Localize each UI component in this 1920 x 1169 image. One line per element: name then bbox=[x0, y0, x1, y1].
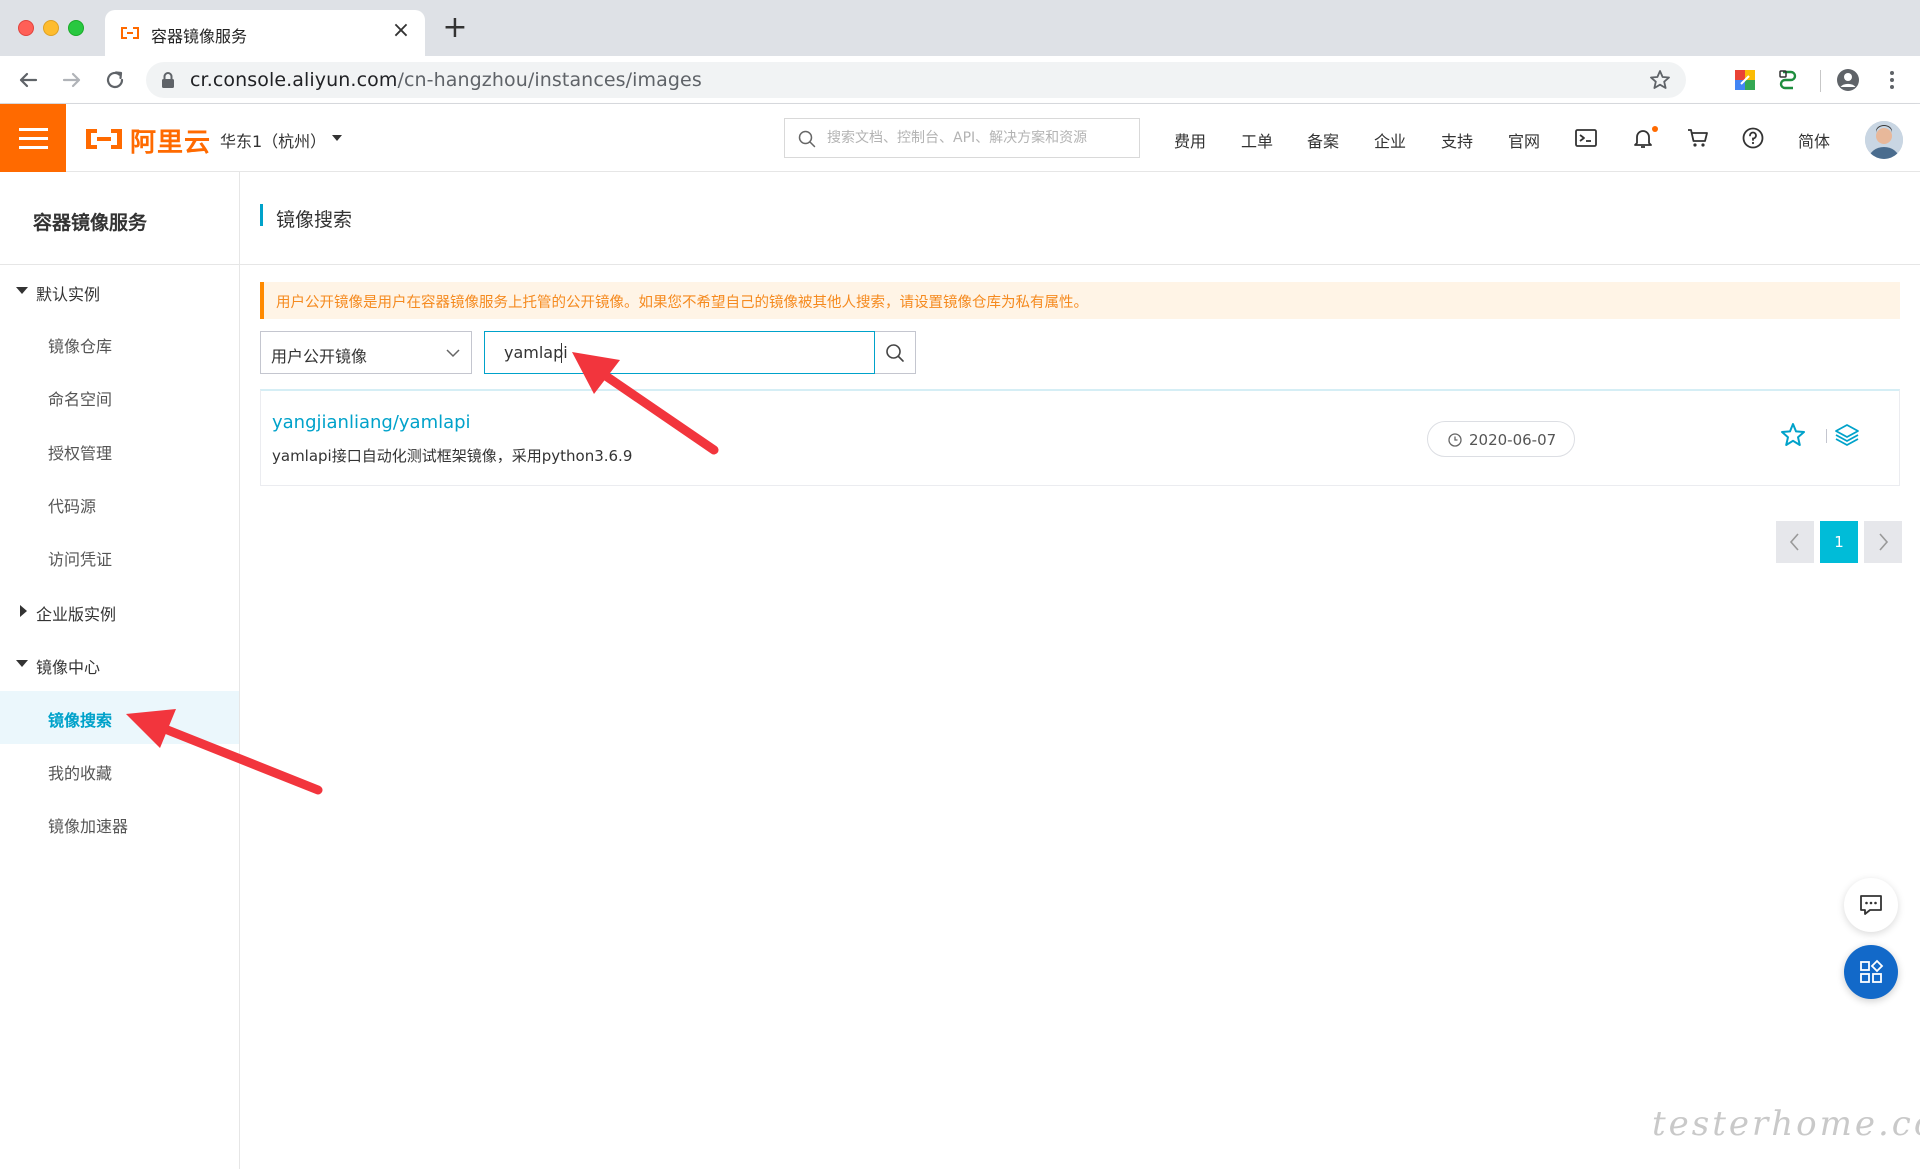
global-search-input[interactable] bbox=[827, 119, 1127, 157]
text-caret bbox=[561, 343, 562, 363]
chat-float-button[interactable] bbox=[1844, 878, 1898, 932]
result-date-badge: 2020-06-07 bbox=[1427, 421, 1575, 457]
layers-icon[interactable] bbox=[1833, 421, 1861, 449]
sidebar-item-image-search[interactable]: 镜像搜索 bbox=[0, 691, 239, 744]
reload-icon[interactable] bbox=[101, 66, 129, 94]
forward-arrow-icon[interactable] bbox=[58, 66, 86, 94]
browser-tab-title: 容器镜像服务 bbox=[151, 27, 248, 46]
image-type-select-value: 用户公开镜像 bbox=[271, 347, 368, 366]
sidebar-group-default-instance[interactable]: 默认实例 bbox=[36, 281, 100, 305]
topnav-official-site[interactable]: 官网 bbox=[1508, 128, 1540, 152]
notice-banner: 用户公开镜像是用户在容器镜像服务上托管的公开镜像。如果您不希望自己的镜像被其他人… bbox=[260, 282, 1900, 319]
extension-green-icon[interactable] bbox=[1776, 68, 1800, 92]
sidebar-group-enterprise-instance[interactable]: 企业版实例 bbox=[36, 601, 116, 625]
apps-icon bbox=[1860, 959, 1884, 983]
result-description: yamlapi接口自动化测试框架镜像，采用python3.6.9 bbox=[272, 447, 633, 465]
url-text: cr.console.aliyun.com/cn-hangzhou/instan… bbox=[190, 69, 702, 91]
caret-down-icon[interactable] bbox=[16, 287, 28, 294]
cart-icon[interactable] bbox=[1686, 126, 1710, 150]
image-type-select[interactable]: 用户公开镜像 bbox=[260, 331, 472, 374]
topnav-billing[interactable]: 费用 bbox=[1174, 128, 1206, 152]
language-switch[interactable]: 简体 bbox=[1798, 128, 1830, 152]
sidebar-item-my-favorites[interactable]: 我的收藏 bbox=[0, 744, 239, 797]
main-area: 镜像搜索 用户公开镜像是用户在容器镜像服务上托管的公开镜像。如果您不希望自己的镜… bbox=[240, 172, 1920, 1169]
sidebar-item-access-credentials[interactable]: 访问凭证 bbox=[0, 530, 239, 583]
lock-icon bbox=[162, 72, 174, 88]
result-date: 2020-06-07 bbox=[1469, 431, 1557, 449]
pagination-prev-button[interactable] bbox=[1776, 521, 1814, 563]
pagination-next-button[interactable] bbox=[1864, 521, 1902, 563]
notification-dot bbox=[1652, 126, 1658, 132]
sidebar-divider bbox=[0, 264, 240, 265]
page-header: 镜像搜索 bbox=[240, 172, 1920, 265]
profile-avatar-icon[interactable] bbox=[1836, 68, 1860, 92]
address-bar[interactable]: cr.console.aliyun.com/cn-hangzhou/instan… bbox=[146, 62, 1686, 98]
image-search-button[interactable] bbox=[875, 331, 916, 374]
help-icon[interactable] bbox=[1741, 126, 1765, 150]
aliyun-logo-text[interactable]: 阿里云 bbox=[130, 122, 211, 159]
chat-icon bbox=[1860, 895, 1882, 915]
region-caret-icon[interactable] bbox=[332, 135, 342, 141]
user-avatar-icon bbox=[1865, 121, 1903, 159]
topnav-icp[interactable]: 备案 bbox=[1307, 128, 1339, 152]
topnav-support[interactable]: 支持 bbox=[1441, 128, 1473, 152]
chevron-left-icon bbox=[1789, 533, 1799, 551]
toolbar-separator bbox=[1820, 70, 1821, 92]
sidebar-title: 容器镜像服务 bbox=[33, 212, 148, 234]
tab-close-icon[interactable]: × bbox=[389, 19, 413, 43]
terminal-icon[interactable] bbox=[1574, 126, 1598, 150]
search-icon bbox=[798, 130, 816, 148]
sidebar: 容器镜像服务 默认实例 镜像仓库 命名空间 授权管理 代码源 访问凭证 企业版实… bbox=[0, 172, 240, 1169]
bookmark-star-icon[interactable] bbox=[1648, 68, 1672, 92]
back-arrow-icon[interactable] bbox=[14, 66, 42, 94]
pagination-page-current[interactable]: 1 bbox=[1820, 521, 1858, 563]
extension-colorful-icon[interactable] bbox=[1733, 68, 1757, 92]
sidebar-item-repositories[interactable]: 镜像仓库 bbox=[0, 317, 239, 370]
window-zoom-button[interactable] bbox=[68, 20, 84, 36]
window-minimize-button[interactable] bbox=[43, 20, 59, 36]
sidebar-item-image-accelerator[interactable]: 镜像加速器 bbox=[0, 797, 239, 850]
hamburger-menu-button[interactable] bbox=[0, 104, 66, 172]
title-accent-bar bbox=[260, 204, 263, 226]
window-close-button[interactable] bbox=[18, 20, 34, 36]
search-result-card: yangjianliang/yamlapi yamlapi接口自动化测试框架镜像… bbox=[260, 389, 1900, 486]
user-avatar[interactable] bbox=[1865, 121, 1903, 159]
watermark-text: testerhome.com bbox=[1652, 1104, 1920, 1144]
page-title: 镜像搜索 bbox=[276, 209, 353, 231]
sidebar-item-namespaces[interactable]: 命名空间 bbox=[0, 370, 239, 423]
caret-right-icon[interactable] bbox=[20, 605, 27, 617]
global-search-box[interactable] bbox=[784, 118, 1140, 158]
new-tab-button[interactable]: + bbox=[440, 13, 470, 44]
chevron-down-icon bbox=[446, 349, 460, 358]
favorite-star-icon[interactable] bbox=[1779, 421, 1807, 449]
chevron-right-icon bbox=[1879, 533, 1889, 551]
console-topbar: 阿里云 华东1（杭州） 费用 工单 备案 企业 支持 官网 简体 bbox=[0, 104, 1920, 172]
card-action-separator bbox=[1826, 429, 1827, 443]
caret-down-icon[interactable] bbox=[16, 660, 28, 667]
aliyun-logo-icon[interactable] bbox=[82, 123, 126, 155]
result-repo-link[interactable]: yangjianliang/yamlapi bbox=[272, 412, 471, 433]
image-search-input[interactable] bbox=[484, 331, 875, 374]
aliyun-favicon-icon bbox=[121, 27, 139, 39]
notice-text: 用户公开镜像是用户在容器镜像服务上托管的公开镜像。如果您不希望自己的镜像被其他人… bbox=[276, 295, 1088, 311]
browser-toolbar: cr.console.aliyun.com/cn-hangzhou/instan… bbox=[0, 56, 1920, 104]
apps-float-button[interactable] bbox=[1844, 945, 1898, 999]
browser-tab-active[interactable]: 容器镜像服务 × bbox=[105, 10, 425, 56]
search-icon bbox=[886, 344, 904, 362]
sidebar-group-image-center[interactable]: 镜像中心 bbox=[36, 654, 100, 678]
content-panel: 用户公开镜像是用户在容器镜像服务上托管的公开镜像。如果您不希望自己的镜像被其他人… bbox=[240, 265, 1920, 1169]
clock-icon bbox=[1448, 433, 1462, 447]
sidebar-item-authorization[interactable]: 授权管理 bbox=[0, 424, 239, 477]
region-selector[interactable]: 华东1（杭州） bbox=[220, 128, 326, 152]
sidebar-item-code-source[interactable]: 代码源 bbox=[0, 477, 239, 530]
topnav-tickets[interactable]: 工单 bbox=[1241, 128, 1273, 152]
browser-tabstrip: 容器镜像服务 × + bbox=[0, 0, 1920, 56]
browser-menu-icon[interactable] bbox=[1880, 68, 1904, 92]
topnav-enterprise[interactable]: 企业 bbox=[1374, 128, 1406, 152]
